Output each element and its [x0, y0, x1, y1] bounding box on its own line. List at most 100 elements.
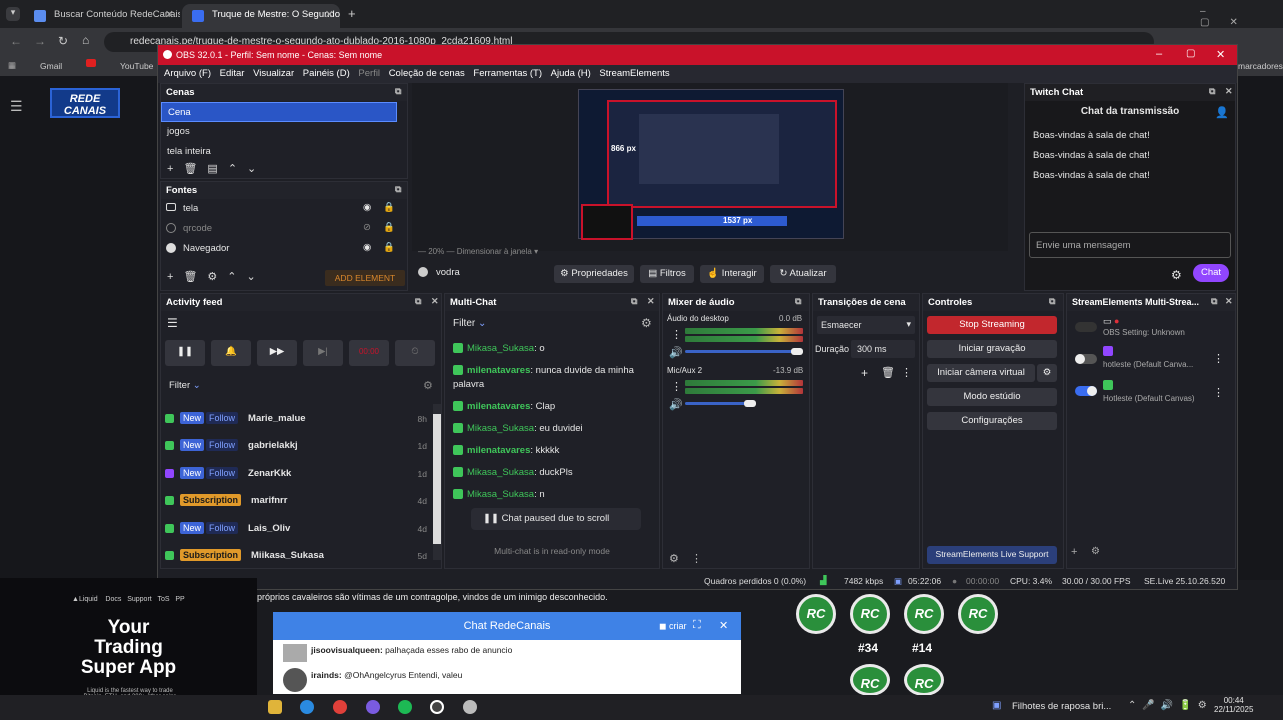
chat-username[interactable]: Mikasa_Sukasa	[467, 423, 534, 434]
close-icon[interactable]: ✕	[1216, 48, 1225, 61]
down-icon[interactable]: ⌄	[247, 162, 256, 175]
site-menu-icon[interactable]: ☰	[10, 98, 23, 115]
bookmark-youtube[interactable]: YouTube	[120, 61, 153, 71]
up-icon[interactable]: ⌃	[228, 162, 237, 175]
slider-knob[interactable]	[791, 348, 803, 355]
menu-colecao[interactable]: Coleção de cenas	[389, 68, 465, 79]
add-icon[interactable]: +	[167, 271, 173, 283]
now-playing[interactable]: Filhotes de raposa bri...	[1012, 701, 1111, 712]
add-icon[interactable]: +	[1071, 546, 1077, 558]
source-item-tela[interactable]: tela ◉ 🔒	[161, 199, 407, 219]
menu-streamelements[interactable]: StreamElements	[599, 68, 669, 79]
close-icon[interactable]: ✕	[647, 296, 655, 307]
tray-icons[interactable]: ⌃🎤🔊🔋⚙	[1128, 700, 1213, 711]
menu-perfil[interactable]: Perfil	[358, 68, 380, 79]
lock-icon[interactable]: 🔒	[383, 222, 395, 233]
scene-item-tela-inteira[interactable]: tela inteira	[161, 142, 407, 162]
gear-icon[interactable]: ⚙	[1091, 546, 1100, 557]
speaker-icon[interactable]: 🔊	[669, 398, 683, 411]
rc-badge-icon[interactable]: RC	[904, 594, 944, 634]
refresh-button[interactable]: ↻ Atualizar	[770, 265, 836, 283]
mic-volume-slider[interactable]	[685, 402, 750, 405]
menu-paineis[interactable]: Painéis (D)	[303, 68, 350, 79]
reload-icon[interactable]: ↻	[58, 34, 68, 48]
chat-username[interactable]: Mikasa_Sukasa	[467, 467, 534, 478]
activity-item[interactable]: Subscription Miikasa_Sukasa 5d	[165, 545, 429, 572]
chat-input[interactable]: Envie uma mensagem	[1029, 232, 1231, 258]
browser-tab-1[interactable]: Buscar Conteúdo RedeCanais: ✕	[24, 4, 180, 28]
more-icon[interactable]: ⋮	[1213, 386, 1224, 399]
chat-paused-banner[interactable]: ❚❚ Chat paused due to scroll	[471, 508, 641, 530]
eye-off-icon[interactable]: ⊘	[363, 222, 371, 233]
rc-badge-icon[interactable]: RC	[904, 664, 944, 696]
mode-toggle[interactable]: ◼ criar	[659, 621, 686, 632]
toggle-kick-target[interactable]	[1075, 386, 1097, 396]
more-icon[interactable]: ⋮	[901, 366, 912, 379]
properties-button[interactable]: ⚙ Propriedades	[554, 265, 634, 283]
studio-mode-button[interactable]: Modo estúdio	[927, 388, 1057, 406]
trash-icon[interactable]: 🗑	[183, 270, 197, 283]
discord-icon[interactable]	[366, 700, 380, 714]
up-icon[interactable]: ⌃	[227, 270, 236, 283]
scene-item-cena[interactable]: Cena	[161, 102, 397, 122]
tab-search-icon[interactable]: ▾	[6, 7, 20, 21]
rc-badge-icon[interactable]: RC	[958, 594, 998, 634]
chat-username[interactable]: Mikasa_Sukasa	[467, 489, 534, 500]
file-explorer-icon[interactable]	[268, 700, 282, 714]
toggle-twitch-target[interactable]	[1075, 354, 1097, 364]
add-element-button[interactable]: ADD ELEMENT	[325, 270, 405, 286]
app-icon[interactable]	[463, 700, 477, 714]
undock-icon[interactable]: ⧉	[415, 296, 421, 307]
slider-knob[interactable]	[744, 400, 756, 407]
home-icon[interactable]: ⌂	[82, 33, 89, 47]
obs-icon[interactable]	[430, 700, 444, 714]
zoom-control[interactable]: — 20% — Dimensionar à janela ▾	[418, 247, 538, 256]
menu-ajuda[interactable]: Ajuda (H)	[551, 68, 591, 79]
minimize-icon[interactable]: –	[1156, 48, 1162, 60]
virtual-camera-button[interactable]: Iniciar câmera virtual	[927, 364, 1035, 382]
filter-icon[interactable]: ▤	[207, 162, 217, 175]
undock-icon[interactable]: ⧉	[1211, 296, 1217, 307]
scene-item-jogos[interactable]: jogos	[161, 122, 407, 142]
close-icon[interactable]: ✕	[719, 619, 728, 632]
mixer-settings-icon[interactable]: ⚙	[669, 552, 679, 565]
activity-item[interactable]: New Follow Marie_malue 8h	[165, 408, 429, 435]
gear-icon[interactable]: ⚙	[207, 270, 217, 283]
rc-badge-icon[interactable]: RC	[850, 594, 890, 634]
apps-icon[interactable]: ▦	[8, 60, 16, 71]
chat-username[interactable]: Mikasa_Sukasa	[467, 343, 534, 354]
more-icon[interactable]: ⋮	[1213, 352, 1224, 365]
next-icon[interactable]: ▶|	[303, 340, 343, 366]
chrome-icon[interactable]	[333, 700, 347, 714]
chat-send-button[interactable]: Chat	[1193, 264, 1229, 282]
menu-editar[interactable]: Editar	[220, 68, 245, 79]
chat-username[interactable]: milenatavares	[467, 445, 530, 456]
edge-icon[interactable]	[300, 700, 314, 714]
activity-item[interactable]: New Follow gabrielakkj 1d	[165, 435, 429, 462]
add-icon[interactable]: +	[861, 366, 868, 380]
gear-icon[interactable]: ⚙	[1171, 268, 1182, 282]
undock-icon[interactable]: ⧉	[1049, 296, 1055, 307]
down-icon[interactable]: ⌄	[247, 270, 256, 283]
trash-icon[interactable]: 🗑	[881, 366, 895, 379]
desktop-volume-slider[interactable]	[685, 350, 797, 353]
add-icon[interactable]: +	[167, 163, 173, 175]
menu-ferramentas[interactable]: Ferramentas (T)	[473, 68, 542, 79]
preview-area[interactable]: 866 px 1537 px — 20% — Dimensionar à jan…	[412, 83, 1008, 256]
lock-icon[interactable]: 🔒	[383, 202, 395, 213]
chat-username[interactable]: milenatavares	[467, 365, 530, 376]
timer-display[interactable]: 00:00	[349, 340, 389, 366]
stop-streaming-button[interactable]: Stop Streaming	[927, 316, 1057, 334]
lock-icon[interactable]: 🔒	[383, 242, 395, 253]
scrollbar[interactable]	[433, 404, 441, 560]
undock-icon[interactable]: ⧉	[1209, 86, 1215, 97]
bookmark-gmail[interactable]: Gmail	[40, 61, 62, 71]
close-icon[interactable]: ✕	[1225, 86, 1233, 97]
transition-select[interactable]: Esmaecer ▾	[817, 316, 915, 334]
forward-icon[interactable]: →	[34, 34, 46, 48]
trash-icon[interactable]: 🗑	[183, 162, 197, 175]
se-support-button[interactable]: StreamElements Live Support	[927, 546, 1057, 564]
more-icon[interactable]: ⋮	[671, 328, 682, 341]
filters-button[interactable]: ▤ Filtros	[640, 265, 694, 283]
duration-input[interactable]: 300 ms	[851, 340, 915, 358]
